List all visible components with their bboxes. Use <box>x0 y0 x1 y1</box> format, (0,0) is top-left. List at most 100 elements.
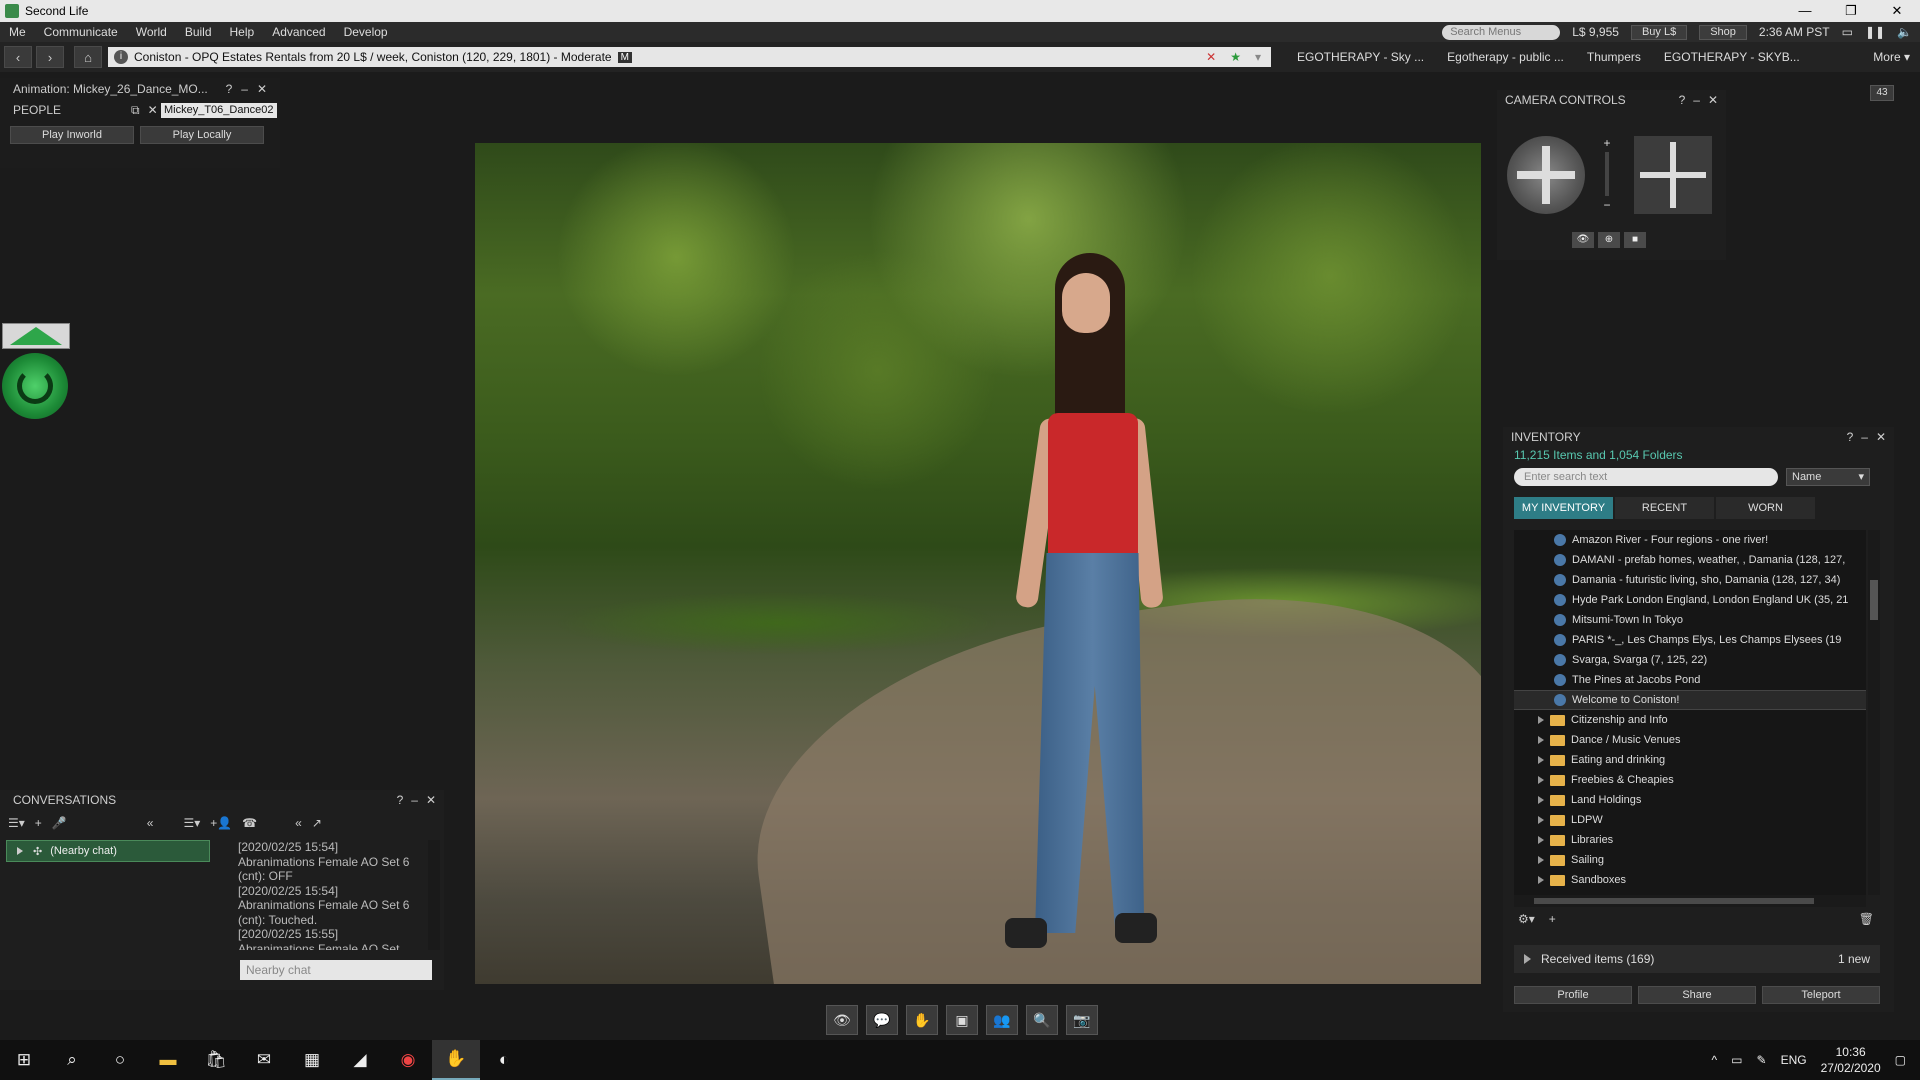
share-button[interactable]: Share <box>1638 986 1756 1004</box>
favorite-item[interactable]: Thumpers <box>1577 50 1654 64</box>
folder-item[interactable]: Libraries <box>1514 830 1866 850</box>
pause-icon[interactable]: ❚❚ <box>1865 25 1885 39</box>
play-locally-button[interactable]: Play Locally <box>140 126 264 144</box>
collapse-chat-icon[interactable]: « <box>295 816 302 830</box>
help-icon[interactable]: ? <box>1679 93 1686 107</box>
restore-button[interactable]: ❐ <box>1828 3 1874 19</box>
cortana-icon[interactable]: ○ <box>96 1040 144 1080</box>
menu-develop[interactable]: Develop <box>335 25 397 39</box>
detach-icon[interactable]: ⧉ <box>131 103 140 118</box>
close-icon[interactable]: ✕ <box>426 793 436 807</box>
dropdown-chevron-icon[interactable]: ▾ <box>1255 50 1261 64</box>
minimize-icon[interactable]: – <box>1861 430 1868 444</box>
close-window-button[interactable]: ✕ <box>1874 3 1920 19</box>
expand-arrow-icon[interactable] <box>1538 876 1544 884</box>
info-icon[interactable]: i <box>114 50 128 64</box>
forward-button[interactable]: › <box>36 46 64 68</box>
inventory-vertical-scrollbar[interactable] <box>1868 530 1880 895</box>
minimize-icon[interactable]: – <box>411 793 418 807</box>
world-viewport[interactable] <box>475 143 1481 984</box>
favorite-star-icon[interactable]: ★ <box>1230 50 1241 64</box>
location-bar[interactable]: i Coniston - OPQ Estates Rentals from 20… <box>108 47 1271 67</box>
add-icon[interactable]: + <box>1549 912 1556 926</box>
snapshot-icon[interactable]: 📷 <box>1066 1005 1098 1035</box>
expand-arrow-icon[interactable] <box>1538 856 1544 864</box>
expand-arrow-icon[interactable] <box>1538 816 1544 824</box>
trash-icon[interactable]: 🗑 <box>1859 912 1874 926</box>
close-icon[interactable]: ✕ <box>1876 430 1886 444</box>
inventory-horizontal-scrollbar[interactable] <box>1514 895 1866 907</box>
help-icon[interactable]: ? <box>1847 430 1854 444</box>
folder-item[interactable]: Dance / Music Venues <box>1514 730 1866 750</box>
camera-zoom-slider[interactable]: + − <box>1600 136 1614 216</box>
folder-item[interactable]: LDPW <box>1514 810 1866 830</box>
zoom-in-icon[interactable]: + <box>1600 136 1614 150</box>
hud-up-arrow-button[interactable] <box>2 323 70 349</box>
favorite-item[interactable]: EGOTHERAPY - Sky ... <box>1287 50 1437 64</box>
list-item[interactable]: Hyde Park London England, London England… <box>1514 590 1866 610</box>
folder-item[interactable]: Land Holdings <box>1514 790 1866 810</box>
folder-item[interactable]: Sandboxes <box>1514 870 1866 890</box>
add-conversation-icon[interactable]: + <box>35 816 42 830</box>
chrome-icon[interactable]: ◉ <box>384 1040 432 1080</box>
search-icon[interactable]: 🔍 <box>1026 1005 1058 1035</box>
calculator-icon[interactable]: ▦ <box>288 1040 336 1080</box>
close-icon[interactable]: ✕ <box>257 82 267 96</box>
second-life-taskbar-icon[interactable]: ✋ <box>432 1040 480 1080</box>
hud-power-button[interactable] <box>2 353 68 419</box>
home-button[interactable]: ⌂ <box>74 46 102 68</box>
volume-icon[interactable]: 🔈 <box>1897 25 1912 39</box>
minimap-badge[interactable]: 43 <box>1870 85 1894 101</box>
zoom-out-icon[interactable]: − <box>1600 198 1614 212</box>
favorite-item[interactable]: Egotherapy - public ... <box>1437 50 1577 64</box>
eye-icon[interactable]: 👁 <box>1572 232 1594 248</box>
camera-pan-pad[interactable] <box>1634 136 1712 214</box>
gestures-icon[interactable]: ✋ <box>906 1005 938 1035</box>
inventory-search-input[interactable]: Enter search text <box>1514 468 1778 486</box>
tab-worn[interactable]: WORN <box>1716 497 1815 519</box>
profile-button[interactable]: Profile <box>1514 986 1632 1004</box>
chevron-up-icon[interactable]: ^ <box>1712 1053 1718 1067</box>
add-participant-icon[interactable]: +👤 <box>210 816 232 830</box>
collapse-icon[interactable]: « <box>147 816 154 830</box>
favorite-item[interactable]: EGOTHERAPY - SKYB... <box>1654 50 1813 64</box>
list-item[interactable]: PARIS *-_, Les Champs Elys, Les Champs E… <box>1514 630 1866 650</box>
avatar[interactable] <box>1000 253 1170 973</box>
tab-recent[interactable]: RECENT <box>1615 497 1714 519</box>
received-items-bar[interactable]: Received items (169) 1 new <box>1514 945 1880 973</box>
app-icon[interactable]: ◐ <box>480 1040 528 1080</box>
chat-scrollbar[interactable] <box>428 840 440 950</box>
video-camera-icon[interactable]: ■ <box>1624 232 1646 248</box>
list-item[interactable]: The Pines at Jacobs Pond <box>1514 670 1866 690</box>
monitor-icon[interactable]: ▭ <box>1842 25 1853 39</box>
list-item[interactable]: Damania - futuristic living, sho, Damani… <box>1514 570 1866 590</box>
close-icon[interactable]: ✕ <box>1708 93 1718 107</box>
tab-my-inventory[interactable]: MY INVENTORY <box>1514 497 1613 519</box>
shop-button[interactable]: Shop <box>1699 24 1747 40</box>
menu-help[interactable]: Help <box>221 25 264 39</box>
folder-item[interactable]: Sailing <box>1514 850 1866 870</box>
view-options-icon[interactable]: ☰▾ <box>8 816 25 830</box>
tear-off-icon[interactable]: ↗ <box>312 816 322 830</box>
back-button[interactable]: ‹ <box>4 46 32 68</box>
microphone-icon[interactable]: 🎤 <box>52 816 67 830</box>
expand-arrow-icon[interactable] <box>1538 776 1544 784</box>
app-icon[interactable]: ◢ <box>336 1040 384 1080</box>
help-icon[interactable]: ? <box>226 82 233 96</box>
buy-lindens-button[interactable]: Buy L$ <box>1630 24 1688 40</box>
notifications-icon[interactable]: ▢ <box>1895 1053 1906 1067</box>
expand-arrow-icon[interactable] <box>1538 716 1544 724</box>
taskbar-clock[interactable]: 10:36 27/02/2020 <box>1821 1044 1881 1076</box>
list-item[interactable]: Amazon River - Four regions - one river! <box>1514 530 1866 550</box>
expand-arrow-icon[interactable] <box>17 847 23 855</box>
folder-item[interactable]: Freebies & Cheapies <box>1514 770 1866 790</box>
minimize-icon[interactable]: – <box>241 82 248 96</box>
expand-arrow-icon[interactable] <box>1538 736 1544 744</box>
minimize-icon[interactable]: – <box>1693 93 1700 107</box>
people-icon[interactable]: 👥 <box>986 1005 1018 1035</box>
mail-icon[interactable]: ✉ <box>240 1040 288 1080</box>
store-icon[interactable]: 🛍 <box>192 1040 240 1080</box>
camera-presets-icon[interactable]: ⊕ <box>1598 232 1620 248</box>
menu-build[interactable]: Build <box>176 25 221 39</box>
chat-bubble-icon[interactable]: 💬 <box>866 1005 898 1035</box>
